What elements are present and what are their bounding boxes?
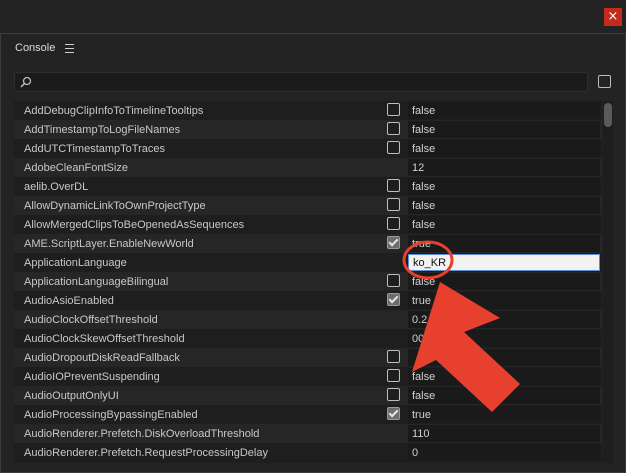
setting-value-input[interactable]	[408, 444, 600, 461]
setting-value-input[interactable]	[408, 368, 600, 385]
setting-value-input[interactable]	[408, 216, 600, 233]
settings-row: aelib.OverDL	[14, 177, 602, 196]
settings-row: AudioClockSkewOffsetThreshold	[14, 329, 602, 348]
setting-checkbox[interactable]	[387, 236, 400, 249]
setting-value-input[interactable]	[408, 311, 600, 328]
settings-list: AddDebugClipInfoToTimelineTooltips AddTim…	[14, 101, 602, 463]
settings-row: AddUTCTimestampToTraces	[14, 139, 602, 158]
setting-checkbox[interactable]	[387, 122, 400, 135]
setting-value-input[interactable]	[408, 197, 600, 214]
settings-row: AME.ScriptLayer.EnableNewWorld	[14, 234, 602, 253]
setting-name: AudioClockOffsetThreshold	[24, 314, 158, 326]
settings-row: AudioClockOffsetThreshold	[14, 310, 602, 329]
settings-row: AudioDropoutDiskReadFallback	[14, 348, 602, 367]
scrollbar[interactable]	[603, 101, 613, 463]
settings-row: AddDebugClipInfoToTimelineTooltips	[14, 101, 602, 120]
search-icon	[20, 76, 32, 88]
hamburger-menu-icon[interactable]	[65, 43, 75, 53]
settings-row: ApplicationLanguage	[14, 253, 602, 272]
settings-row: AudioOutputOnlyUI	[14, 386, 602, 405]
console-window: Console AddDebugClipInfoToTimelineToolti…	[0, 33, 626, 473]
setting-value-input[interactable]	[408, 387, 600, 404]
setting-checkbox[interactable]	[387, 179, 400, 192]
setting-checkbox[interactable]	[387, 369, 400, 382]
setting-checkbox[interactable]	[387, 388, 400, 401]
setting-checkbox[interactable]	[387, 198, 400, 211]
settings-row: AudioAsioEnabled	[14, 291, 602, 310]
setting-name: AdobeCleanFontSize	[24, 162, 128, 174]
setting-name: ApplicationLanguage	[24, 257, 127, 269]
setting-name: AudioAsioEnabled	[24, 295, 114, 307]
setting-name: AllowMergedClipsToBeOpenedAsSequences	[24, 219, 245, 231]
settings-row: AudioRenderer.Prefetch.DiskOverloadThres…	[14, 424, 602, 443]
settings-row: AudioIOPreventSuspending	[14, 367, 602, 386]
setting-name: AudioRenderer.Prefetch.DiskOverloadThres…	[24, 428, 260, 440]
search-input[interactable]	[37, 74, 581, 92]
setting-name: aelib.OverDL	[24, 181, 89, 193]
panel-title: Console	[15, 42, 56, 54]
setting-value-input[interactable]	[408, 425, 600, 442]
setting-value-input[interactable]	[408, 273, 600, 290]
settings-row: AdobeCleanFontSize	[14, 158, 602, 177]
setting-name: AudioOutputOnlyUI	[24, 390, 119, 402]
setting-name: AudioDropoutDiskReadFallback	[24, 352, 180, 364]
setting-value-input[interactable]	[408, 330, 600, 347]
setting-name: AudioIOPreventSuspending	[24, 371, 160, 383]
setting-value-input[interactable]	[408, 178, 600, 195]
setting-checkbox[interactable]	[387, 274, 400, 287]
setting-value-input[interactable]	[408, 159, 600, 176]
setting-checkbox[interactable]	[387, 217, 400, 230]
setting-value-input[interactable]	[408, 292, 600, 309]
setting-name: AddDebugClipInfoToTimelineTooltips	[24, 105, 204, 117]
settings-row: AudioProcessingBypassingEnabled	[14, 405, 602, 424]
setting-name: AME.ScriptLayer.EnableNewWorld	[24, 238, 194, 250]
setting-checkbox[interactable]	[387, 103, 400, 116]
setting-value-input[interactable]	[408, 102, 600, 119]
setting-value-input[interactable]	[408, 349, 600, 366]
setting-checkbox[interactable]	[387, 293, 400, 306]
setting-checkbox[interactable]	[387, 350, 400, 363]
scrollbar-thumb[interactable]	[604, 103, 612, 127]
setting-value-input[interactable]	[408, 121, 600, 138]
search-box[interactable]	[14, 72, 588, 92]
setting-name: AudioProcessingBypassingEnabled	[24, 409, 198, 421]
setting-name: AddTimestampToLogFileNames	[24, 124, 181, 136]
setting-value-input[interactable]	[408, 406, 600, 423]
settings-row: AudioRenderer.Prefetch.RequestProcessing…	[14, 443, 602, 462]
setting-checkbox[interactable]	[387, 141, 400, 154]
setting-name: AudioRenderer.Prefetch.RequestProcessing…	[24, 447, 268, 459]
setting-name: ApplicationLanguageBilingual	[24, 276, 169, 288]
setting-checkbox[interactable]	[387, 407, 400, 420]
settings-row: AddTimestampToLogFileNames	[14, 120, 602, 139]
setting-name: AddUTCTimestampToTraces	[24, 143, 165, 155]
setting-value-input[interactable]	[408, 235, 600, 252]
settings-row: AllowDynamicLinkToOwnProjectType	[14, 196, 602, 215]
setting-value-input-editing[interactable]	[408, 254, 600, 271]
settings-row: ApplicationLanguageBilingual	[14, 272, 602, 291]
setting-name: AllowDynamicLinkToOwnProjectType	[24, 200, 206, 212]
setting-value-input[interactable]	[408, 140, 600, 157]
show-all-checkbox[interactable]	[598, 75, 611, 88]
setting-name: AudioClockSkewOffsetThreshold	[24, 333, 185, 345]
title-bar: ×	[0, 0, 626, 32]
panel-header: Console	[15, 40, 75, 56]
close-icon[interactable]: ×	[604, 8, 622, 26]
settings-row: AllowMergedClipsToBeOpenedAsSequences	[14, 215, 602, 234]
